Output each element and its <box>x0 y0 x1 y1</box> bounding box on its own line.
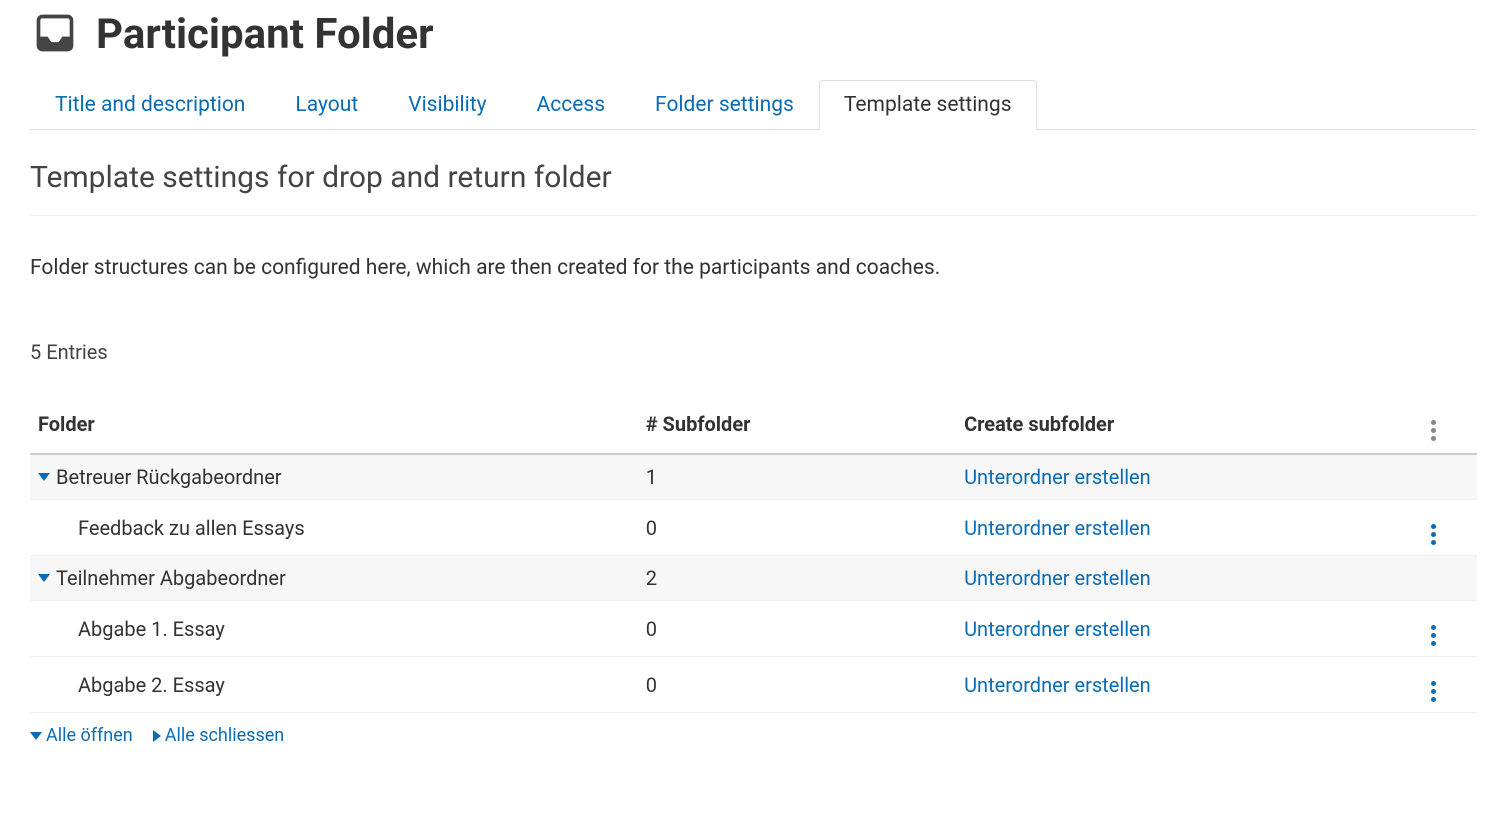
footer-actions: Alle öffnen Alle schliessen <box>30 725 1477 746</box>
folder-name: Betreuer Rückgabeordner <box>56 465 282 489</box>
kebab-icon[interactable] <box>1424 420 1444 441</box>
chevron-right-icon <box>153 730 161 742</box>
tabs-bar: Title and description Layout Visibility … <box>30 79 1477 130</box>
tab-template-settings[interactable]: Template settings <box>819 80 1037 130</box>
tab-title-description[interactable]: Title and description <box>30 80 270 130</box>
kebab-icon[interactable] <box>1424 681 1444 702</box>
tab-access[interactable]: Access <box>512 80 631 130</box>
folder-name: Abgabe 1. Essay <box>78 617 225 641</box>
kebab-icon[interactable] <box>1424 524 1444 545</box>
section-heading: Template settings for drop and return fo… <box>30 160 1477 216</box>
create-subfolder-link[interactable]: Unterordner erstellen <box>964 516 1151 540</box>
folder-name: Teilnehmer Abgabeordner <box>56 566 286 590</box>
chevron-down-icon[interactable] <box>38 473 50 481</box>
subfolder-count: 0 <box>638 500 956 556</box>
header-actions[interactable] <box>1390 394 1477 454</box>
header-create[interactable]: Create subfolder <box>956 394 1390 454</box>
chevron-down-icon <box>30 732 42 740</box>
create-subfolder-link[interactable]: Unterordner erstellen <box>964 465 1151 489</box>
create-subfolder-link[interactable]: Unterordner erstellen <box>964 617 1151 641</box>
table-header-row: Folder # Subfolder Create subfolder <box>30 394 1477 454</box>
table-row: Abgabe 2. Essay 0 Unterordner erstellen <box>30 657 1477 713</box>
subfolder-count: 2 <box>638 556 956 601</box>
close-all-link[interactable]: Alle schliessen <box>153 725 285 746</box>
open-all-link[interactable]: Alle öffnen <box>30 725 133 746</box>
folder-table: Folder # Subfolder Create subfolder Betr… <box>30 394 1477 713</box>
create-subfolder-link[interactable]: Unterordner erstellen <box>964 566 1151 590</box>
tab-layout[interactable]: Layout <box>270 80 383 130</box>
page-header: Participant Folder <box>30 10 1477 59</box>
table-row: Abgabe 1. Essay 0 Unterordner erstellen <box>30 601 1477 657</box>
inbox-icon <box>30 11 80 59</box>
tab-visibility[interactable]: Visibility <box>383 80 511 130</box>
chevron-down-icon[interactable] <box>38 574 50 582</box>
tab-folder-settings[interactable]: Folder settings <box>630 80 819 130</box>
header-subfolder[interactable]: # Subfolder <box>638 394 956 454</box>
entries-count: 5 Entries <box>30 340 1477 364</box>
page-title: Participant Folder <box>96 10 434 59</box>
table-row: Feedback zu allen Essays 0 Unterordner e… <box>30 500 1477 556</box>
subfolder-count: 0 <box>638 657 956 713</box>
table-row: Betreuer Rückgabeordner 1 Unterordner er… <box>30 454 1477 500</box>
kebab-icon[interactable] <box>1424 625 1444 646</box>
table-row: Teilnehmer Abgabeordner 2 Unterordner er… <box>30 556 1477 601</box>
subfolder-count: 1 <box>638 454 956 500</box>
section-description: Folder structures can be configured here… <box>30 256 1477 280</box>
header-folder[interactable]: Folder <box>30 394 638 454</box>
folder-name: Abgabe 2. Essay <box>78 673 225 697</box>
subfolder-count: 0 <box>638 601 956 657</box>
folder-name: Feedback zu allen Essays <box>78 516 305 540</box>
create-subfolder-link[interactable]: Unterordner erstellen <box>964 673 1151 697</box>
